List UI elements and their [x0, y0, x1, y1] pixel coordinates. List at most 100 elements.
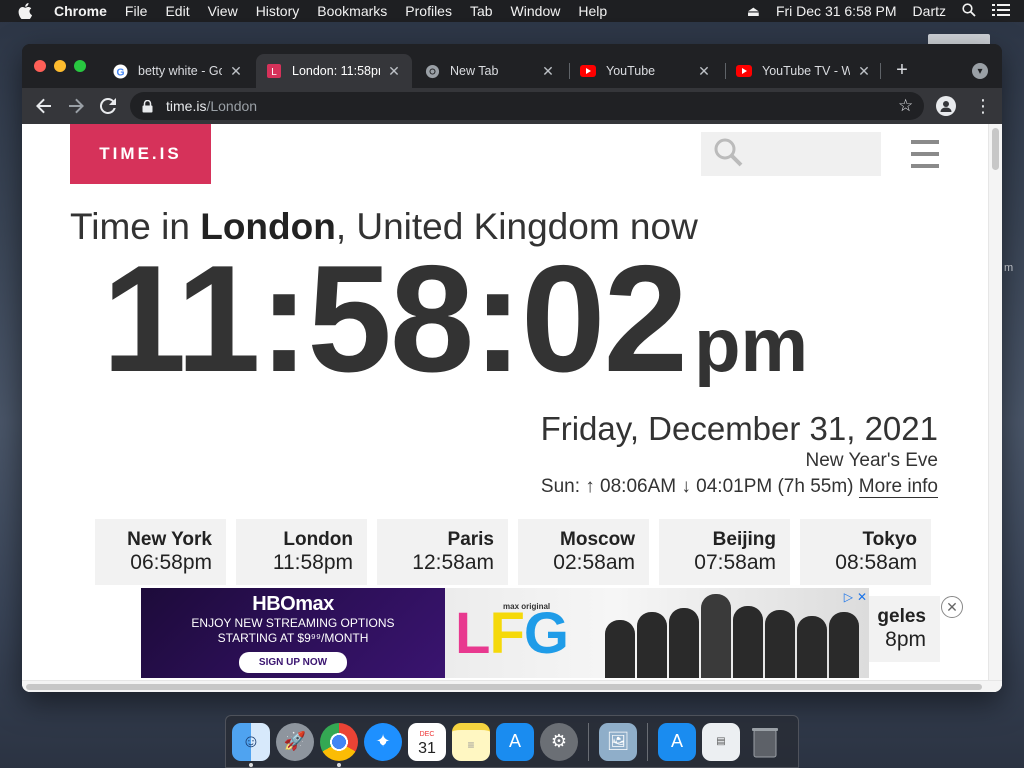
city-clock[interactable]: Paris 12:58am: [377, 519, 508, 585]
control-center-icon[interactable]: [992, 3, 1010, 20]
menubar-user[interactable]: Dartz: [913, 3, 946, 19]
app-store-icon[interactable]: A: [496, 722, 534, 761]
menu-app-chrome[interactable]: Chrome: [54, 3, 107, 19]
reload-icon[interactable]: [98, 96, 118, 116]
city-clock[interactable]: London 11:58pm: [236, 519, 367, 585]
clock-ampm: pm: [694, 303, 809, 388]
more-info-link[interactable]: More info: [858, 476, 938, 498]
new-tab-plus-icon[interactable]: +: [892, 60, 912, 80]
close-tab-icon[interactable]: ✕: [228, 63, 244, 80]
close-tab-icon[interactable]: ✕: [696, 63, 712, 80]
chrome-icon[interactable]: [320, 722, 358, 767]
menu-edit[interactable]: Edit: [165, 3, 189, 19]
google-icon: G: [112, 63, 128, 79]
vertical-scrollbar[interactable]: [988, 124, 1002, 680]
minimize-window-button[interactable]: [54, 60, 66, 72]
back-arrow-icon[interactable]: [34, 96, 54, 116]
menubar-clock[interactable]: Fri Dec 31 6:58 PM: [776, 3, 897, 19]
sun-times: Sun: ↑ 08:06AM ↓ 04:01PM (7h 55m) More i…: [540, 476, 938, 498]
desktop-label-fragment: m: [1004, 262, 1014, 274]
menu-bar: Chrome File Edit View History Bookmarks …: [0, 0, 1024, 22]
close-ad-icon[interactable]: ✕: [941, 596, 963, 618]
menu-view[interactable]: View: [208, 3, 238, 19]
holiday-label: New Year's Eve: [805, 450, 938, 471]
address-bar[interactable]: time.is/London: [130, 92, 924, 120]
web-page: TIME.IS Time in London, United Kingdom n…: [22, 124, 1002, 692]
launchpad-icon[interactable]: 🚀: [276, 722, 314, 761]
profile-avatar-icon[interactable]: [936, 96, 956, 116]
max-original-label: max original: [503, 602, 551, 611]
tab-strip: G betty white - Go ✕ L London: 11:58pm ✕…: [22, 44, 1002, 88]
svg-text:G: G: [116, 67, 124, 78]
horizontal-scrollbar[interactable]: [22, 680, 1002, 692]
dock: ☺ 🚀 ✦ DEC 31 ≡ A ⚙ 🖼 A ▤: [225, 715, 799, 768]
youtube-icon: [736, 63, 752, 79]
close-tab-icon[interactable]: ✕: [386, 63, 402, 80]
lock-icon[interactable]: [142, 99, 156, 113]
tab-title: YouTube: [606, 64, 656, 78]
window-controls: [34, 60, 86, 72]
tab-youtube-tv[interactable]: YouTube TV - W ✕: [726, 54, 882, 88]
menu-bookmarks[interactable]: Bookmarks: [317, 3, 387, 19]
city-clock[interactable]: Beijing 07:58am: [659, 519, 790, 585]
forward-arrow-icon[interactable]: [66, 96, 86, 116]
apple-icon[interactable]: [18, 3, 34, 19]
dock-separator: [647, 722, 648, 761]
notes-icon[interactable]: ≡: [452, 722, 490, 761]
city-clock[interactable]: Moscow 02:58am: [518, 519, 649, 585]
url-host: time.is: [166, 98, 207, 114]
menu-file[interactable]: File: [125, 3, 148, 19]
clock-time: 11:58:02: [102, 234, 688, 404]
hbomax-ad-banner[interactable]: HBOmax ENJOY NEW STREAMING OPTIONS START…: [141, 588, 869, 678]
menu-help[interactable]: Help: [578, 3, 607, 19]
chrome-icon: [424, 63, 440, 79]
ad-players-image: [605, 588, 869, 678]
ad-sign-up-button[interactable]: SIGN UP NOW: [238, 652, 348, 673]
tab-london-time[interactable]: L London: 11:58pm ✕: [256, 54, 412, 88]
menu-tab[interactable]: Tab: [470, 3, 493, 19]
safari-compass-icon[interactable]: ✦: [364, 722, 402, 761]
finder-icon[interactable]: ☺: [232, 722, 270, 767]
menu-history[interactable]: History: [256, 3, 300, 19]
preview-icon[interactable]: 🖼: [599, 722, 637, 761]
ad-left-panel: HBOmax ENJOY NEW STREAMING OPTIONS START…: [141, 588, 445, 678]
world-clock-list: New York 06:58pm London 11:58pm Paris 12:58…: [95, 519, 931, 585]
menu-profiles[interactable]: Profiles: [405, 3, 452, 19]
close-window-button[interactable]: [34, 60, 46, 72]
trash-icon[interactable]: [746, 723, 784, 761]
city-clock[interactable]: New York 06:58pm: [95, 519, 226, 585]
ad-right-panel: max original LFG ▷ ✕: [445, 588, 869, 678]
app-store-download-icon[interactable]: A: [658, 722, 696, 761]
bookmark-star-icon[interactable]: ☆: [898, 96, 913, 116]
tab-title: YouTube TV - W: [762, 64, 850, 78]
tab-new-tab[interactable]: New Tab ✕: [414, 54, 566, 88]
hamburger-menu-icon[interactable]: [911, 140, 939, 168]
ad-close-x-icon[interactable]: ✕: [857, 590, 867, 604]
tab-google-search[interactable]: G betty white - Go ✕: [102, 54, 254, 88]
youtube-icon: [580, 63, 596, 79]
svg-text:L: L: [271, 67, 277, 78]
tab-divider: [880, 63, 881, 79]
browser-toolbar: time.is/London ☆ ⋮: [22, 88, 1002, 124]
adchoices-badge[interactable]: ▷ ✕: [844, 590, 867, 604]
tab-youtube[interactable]: YouTube ✕: [570, 54, 722, 88]
close-tab-icon[interactable]: ✕: [856, 63, 872, 80]
eject-icon[interactable]: ⏏: [747, 3, 760, 20]
more-menu-icon[interactable]: ⋮: [974, 96, 992, 116]
spotlight-search-icon[interactable]: [962, 2, 976, 20]
timeis-logo[interactable]: TIME.IS: [70, 124, 211, 184]
zoom-window-button[interactable]: [74, 60, 86, 72]
calendar-icon[interactable]: DEC 31: [408, 722, 446, 761]
system-preferences-gear-icon[interactable]: ⚙: [540, 722, 578, 761]
tab-search-chevron-icon[interactable]: ▾: [972, 63, 988, 79]
menu-window[interactable]: Window: [511, 3, 561, 19]
city-clock[interactable]: Tokyo 08:58am: [800, 519, 931, 585]
adchoices-icon[interactable]: ▷: [844, 590, 853, 604]
site-search-box[interactable]: [701, 132, 881, 176]
tab-title: New Tab: [450, 64, 499, 78]
timeis-icon: L: [266, 63, 282, 79]
file-document-icon[interactable]: ▤: [702, 722, 740, 761]
close-tab-icon[interactable]: ✕: [540, 63, 556, 80]
tab-title: betty white - Go: [138, 64, 222, 78]
hbomax-logo: HBOmax: [252, 593, 334, 615]
